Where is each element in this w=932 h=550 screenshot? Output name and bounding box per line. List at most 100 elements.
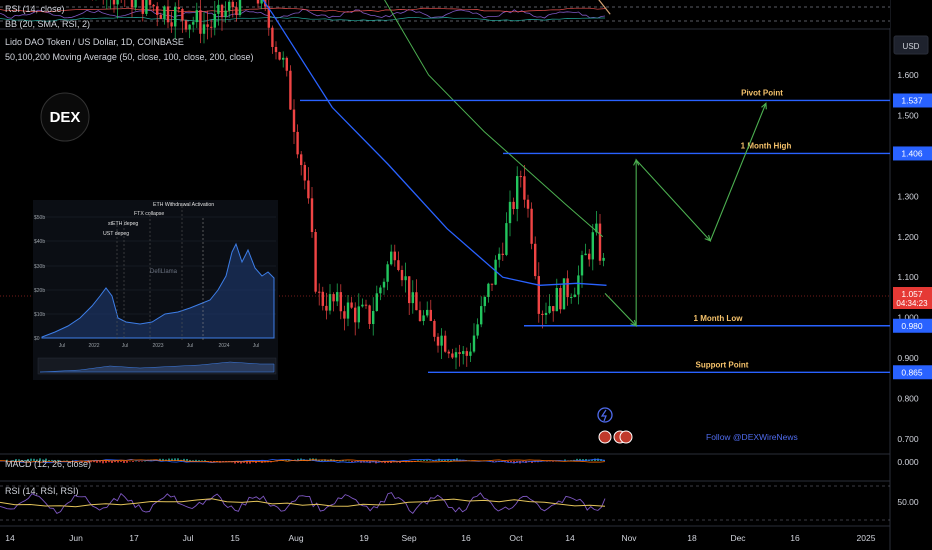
- macd-bar: [117, 461, 119, 463]
- time-axis[interactable]: 14 Jun 17 Jul 15 Aug 19 Sep 16 Oct 14 Nov 18 Dec 16 202…: [5, 533, 875, 543]
- price-ticks: 1.6001.5001.4001.3001.2001.1001.0000.900…: [897, 70, 919, 444]
- inset-annotation-ust: UST depeg: [103, 231, 129, 237]
- macd-bar: [420, 460, 422, 461]
- rsi-axis-tick: 50.00: [897, 497, 919, 507]
- candle-body: [415, 292, 418, 311]
- candle-body: [555, 288, 558, 312]
- candle-body: [512, 201, 515, 209]
- candle-body: [472, 335, 476, 352]
- candle-body: [487, 283, 490, 297]
- inset-brand: DefiLlama: [150, 269, 178, 275]
- candle-body: [577, 275, 580, 295]
- candle-body: [361, 304, 364, 307]
- symbol-title: Lido DAO Token / US Dollar, 1D, COINBASE: [5, 37, 184, 47]
- candle-body: [451, 353, 454, 358]
- candle-body: [480, 306, 483, 325]
- macd-bar: [195, 459, 197, 461]
- candle-body: [159, 14, 162, 19]
- time-tick: 17: [129, 533, 139, 543]
- candle-body: [357, 306, 360, 323]
- candle-body: [177, 7, 180, 10]
- candle-body: [145, 0, 148, 14]
- macd-bar: [186, 458, 188, 461]
- macd-label: MACD (12, 26, close): [5, 459, 91, 469]
- candle-body: [256, 0, 260, 4]
- candle-body: [462, 351, 465, 354]
- candle-body: [296, 131, 299, 155]
- candle-body: [325, 305, 328, 311]
- event-icons: [597, 407, 633, 444]
- macd-bar: [138, 461, 140, 462]
- candle-body: [260, 0, 263, 4]
- candle-body: [174, 7, 177, 27]
- macd-axis-tick: 0.000: [897, 457, 919, 467]
- candle-body: [444, 335, 447, 352]
- candle-body: [530, 208, 533, 244]
- trading-chart[interactable]: RSI (14, close) BB (20, SMA, RSI, 2) Piv…: [0, 0, 932, 550]
- inset-x-tick: Jul: [187, 343, 193, 349]
- macd-bar: [423, 459, 425, 461]
- candle-body: [210, 26, 213, 28]
- time-tick: Nov: [621, 533, 637, 543]
- ma100-line: [384, 0, 604, 238]
- candle-body: [433, 320, 436, 337]
- candle-body: [465, 351, 468, 356]
- macd-bar: [123, 461, 125, 463]
- macd-pane: MACD (12, 26, close): [0, 458, 606, 469]
- inset-x-tick: 2024: [218, 343, 229, 349]
- macd-bar: [129, 461, 131, 462]
- candle-body: [328, 294, 332, 311]
- candle-body: [411, 292, 414, 304]
- inset-x-tick: 2023: [152, 343, 163, 349]
- candle-body: [300, 154, 303, 166]
- level-tag-value: 1.406: [901, 148, 923, 158]
- candle-body: [217, 4, 220, 14]
- macd-bar: [204, 460, 206, 461]
- macd-bar: [417, 460, 419, 461]
- macd-bar: [114, 461, 116, 463]
- time-tick: 15: [230, 533, 240, 543]
- follow-watermark: Follow @DEXWireNews: [706, 432, 798, 442]
- rsi-label: RSI (14, RSI, RSI): [5, 486, 79, 496]
- macd-bar: [198, 460, 200, 461]
- time-tick: Aug: [288, 533, 303, 543]
- candle-body: [544, 312, 548, 316]
- candle-body: [548, 306, 551, 313]
- candle-body: [397, 260, 400, 271]
- candle-body: [570, 296, 573, 298]
- price-tick: 1.200: [897, 232, 919, 242]
- candle-body: [156, 6, 159, 15]
- candle-body: [307, 180, 310, 199]
- macd-bar: [108, 461, 110, 463]
- candle-body: [458, 352, 461, 354]
- macd-bar: [144, 460, 146, 462]
- macd-bar: [345, 460, 347, 462]
- candle-body: [332, 294, 335, 302]
- candle-body: [278, 52, 281, 60]
- candle-body: [422, 315, 425, 322]
- level-tag-value: 0.865: [901, 367, 923, 377]
- tvl-inset-chart: $50b $40b $30b $20b $10b $0 Jul 2022 Jul 2023 Jul 2…: [33, 200, 278, 380]
- projection-group: [604, 102, 767, 328]
- candle-body: [170, 22, 173, 27]
- current-price-value: 1.057: [901, 289, 923, 299]
- inset-y-tick: $0: [34, 336, 40, 342]
- candle-body: [350, 302, 353, 308]
- candle-body: [188, 24, 191, 30]
- inset-annotation-ftx: FTX collapse: [134, 211, 164, 217]
- candle-body: [192, 22, 195, 25]
- price-axis[interactable]: USD 1.6001.5001.4001.3001.2001.1001.0000…: [893, 35, 932, 507]
- macd-bar: [105, 461, 107, 463]
- candle-body: [112, 0, 116, 5]
- inset-y-tick: $50b: [34, 215, 45, 221]
- price-tick: 1.300: [897, 191, 919, 201]
- candle-body: [429, 309, 432, 321]
- candle-body: [566, 278, 569, 298]
- candle-body: [184, 20, 188, 30]
- candle-body: [418, 310, 422, 322]
- top-bb-label: BB (20, SMA, RSI, 2): [5, 19, 90, 29]
- rsi-pane: RSI (14, RSI, RSI): [0, 485, 890, 521]
- macd-bar: [111, 461, 113, 463]
- time-tick: 2025: [857, 533, 876, 543]
- macd-bar: [339, 460, 341, 462]
